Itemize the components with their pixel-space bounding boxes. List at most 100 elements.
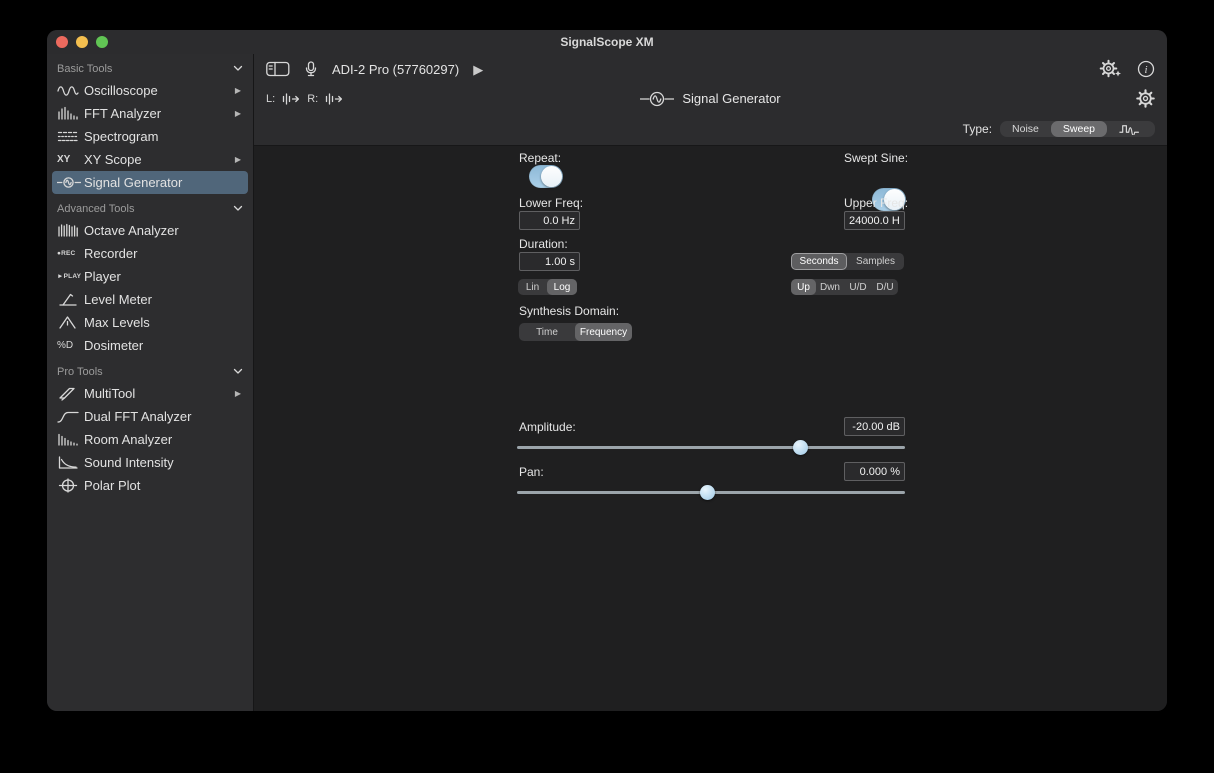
repeat-toggle[interactable] [529,165,563,188]
sidebar-item-oscilloscope[interactable]: Oscilloscope ▶ [52,79,248,102]
sidebar-item-polar-plot[interactable]: Polar Plot [52,474,248,497]
pan-input[interactable] [844,462,905,481]
duration-input[interactable] [519,252,580,271]
sidebar-item-label: Dosimeter [84,338,143,353]
fft-bars-icon [57,106,84,121]
pan-slider[interactable] [517,484,905,500]
type-option-arbitrary[interactable] [1107,121,1155,137]
sidebar-item-signal-generator[interactable]: Signal Generator [52,171,248,194]
sidebar-item-sound-intensity[interactable]: Sound Intensity [52,451,248,474]
octave-bars-icon [57,223,84,238]
microphone-icon[interactable] [304,61,318,78]
domain-option-time[interactable]: Time [519,323,575,341]
type-segmented-control: Noise Sweep [1000,121,1155,137]
sidebar-item-dual-fft-analyzer[interactable]: Dual FFT Analyzer [52,405,248,428]
amplitude-slider-thumb[interactable] [793,440,808,455]
direction-option-dwn[interactable]: Dwn [816,279,844,295]
sidebar-item-recorder[interactable]: ●REC Recorder [52,242,248,265]
scale-option-log[interactable]: Log [547,279,577,295]
polar-circle-icon [57,478,84,493]
submenu-arrow-icon: ▶ [235,155,243,164]
sidebar-item-spectrogram[interactable]: Spectrogram [52,125,248,148]
slider-track[interactable] [517,446,905,449]
sidebar-item-xy-scope[interactable]: XY XY Scope ▶ [52,148,248,171]
percent-d-icon: %D [57,340,84,351]
tool-settings-gear-icon[interactable] [1136,89,1155,108]
direction-option-up[interactable]: Up [791,279,816,295]
sidebar-item-label: FFT Analyzer [84,106,161,121]
section-title: Pro Tools [57,366,103,378]
direction-option-du[interactable]: D/U [872,279,898,295]
channel-toolbar: L: R: [254,84,1167,113]
amplitude-slider[interactable] [517,439,905,455]
swept-sine-label: Swept Sine: [844,151,908,165]
sidebar-item-dosimeter[interactable]: %D Dosimeter [52,334,248,357]
unit-option-seconds[interactable]: Seconds [791,253,847,270]
sidebar-item-label: Player [84,269,121,284]
sidebar-item-label: Room Analyzer [84,432,172,447]
scale-option-lin[interactable]: Lin [518,279,547,295]
submenu-arrow-icon: ▶ [235,109,243,118]
svg-text:i: i [1144,64,1147,76]
square-sine-wave-icon [1119,123,1143,135]
sidebar-item-octave-analyzer[interactable]: Octave Analyzer [52,219,248,242]
chevron-down-icon [233,368,243,375]
sidebar-item-label: Oscilloscope [84,83,158,98]
sidebar-item-level-meter[interactable]: Level Meter [52,288,248,311]
sidebar-item-label: Spectrogram [84,129,158,144]
sidebar-section-advanced-tools[interactable]: Advanced Tools [47,194,253,219]
peak-triangle-icon [57,315,84,330]
sidebar-item-fft-analyzer[interactable]: FFT Analyzer ▶ [52,102,248,125]
sidebar-section-basic-tools[interactable]: Basic Tools [47,54,253,79]
right-channel-signal-icon[interactable] [324,92,344,106]
section-title: Advanced Tools [57,203,134,215]
sidebar-toggle-button[interactable] [266,61,290,77]
sidebar-item-label: Level Meter [84,292,152,307]
chevron-down-icon [233,205,243,212]
amplitude-label: Amplitude: [519,418,576,437]
sidebar-item-label: XY Scope [84,152,142,167]
sidebar-item-room-analyzer[interactable]: Room Analyzer [52,428,248,451]
sidebar-item-label: Polar Plot [84,478,140,493]
unit-option-samples[interactable]: Samples [847,253,904,270]
pan-slider-thumb[interactable] [700,485,715,500]
lower-freq-label: Lower Freq: [519,196,583,210]
upper-freq-input[interactable] [844,211,905,230]
direction-option-ud[interactable]: U/D [844,279,872,295]
sidebar-item-label: Signal Generator [84,175,182,190]
lower-freq-input[interactable] [519,211,580,230]
amplitude-input[interactable] [844,417,905,436]
pan-label: Pan: [519,463,544,482]
rec-dot-icon: ●REC [57,250,84,257]
play-button[interactable]: ▶ [473,63,483,76]
type-label: Type: [963,122,992,136]
sidebar-item-label: Max Levels [84,315,150,330]
domain-option-frequency[interactable]: Frequency [575,323,632,341]
transfer-curve-icon [57,409,84,424]
upper-freq-label: Upper Freq: [844,196,908,210]
sidebar-item-multitool[interactable]: MultiTool ▶ [52,382,248,405]
scale-segmented: Lin Log [518,279,577,295]
repeat-label: Repeat: [519,151,561,165]
sidebar-item-max-levels[interactable]: Max Levels [52,311,248,334]
axis-curve-icon [57,455,84,470]
type-option-sweep[interactable]: Sweep [1051,121,1107,137]
type-option-noise[interactable]: Noise [1000,121,1051,137]
left-channel-signal-icon[interactable] [281,92,301,106]
sidebar: Basic Tools Oscilloscope ▶ [47,54,254,711]
type-toolbar: Type: Noise Sweep [254,113,1167,145]
duration-unit-segmented: Seconds Samples [791,253,904,270]
duration-label: Duration: [519,237,568,251]
app-window: SignalScope XM Basic Tools Oscilloscope … [47,30,1167,711]
section-title: Basic Tools [57,63,112,75]
submenu-arrow-icon: ▶ [235,389,243,398]
settings-sparkle-gear-icon[interactable] [1099,59,1123,79]
info-icon[interactable]: i [1137,60,1155,78]
domain-segmented: Time Frequency [519,323,632,341]
device-selector[interactable]: ADI-2 Pro (57760297) [332,62,459,77]
main-area: ADI-2 Pro (57760297) ▶ [254,54,1167,711]
sidebar-section-pro-tools[interactable]: Pro Tools [47,357,253,382]
sidebar-item-player[interactable]: ►PLAY Player [52,265,248,288]
signal-generator-icon [57,175,84,190]
toggle-knob [541,166,562,187]
